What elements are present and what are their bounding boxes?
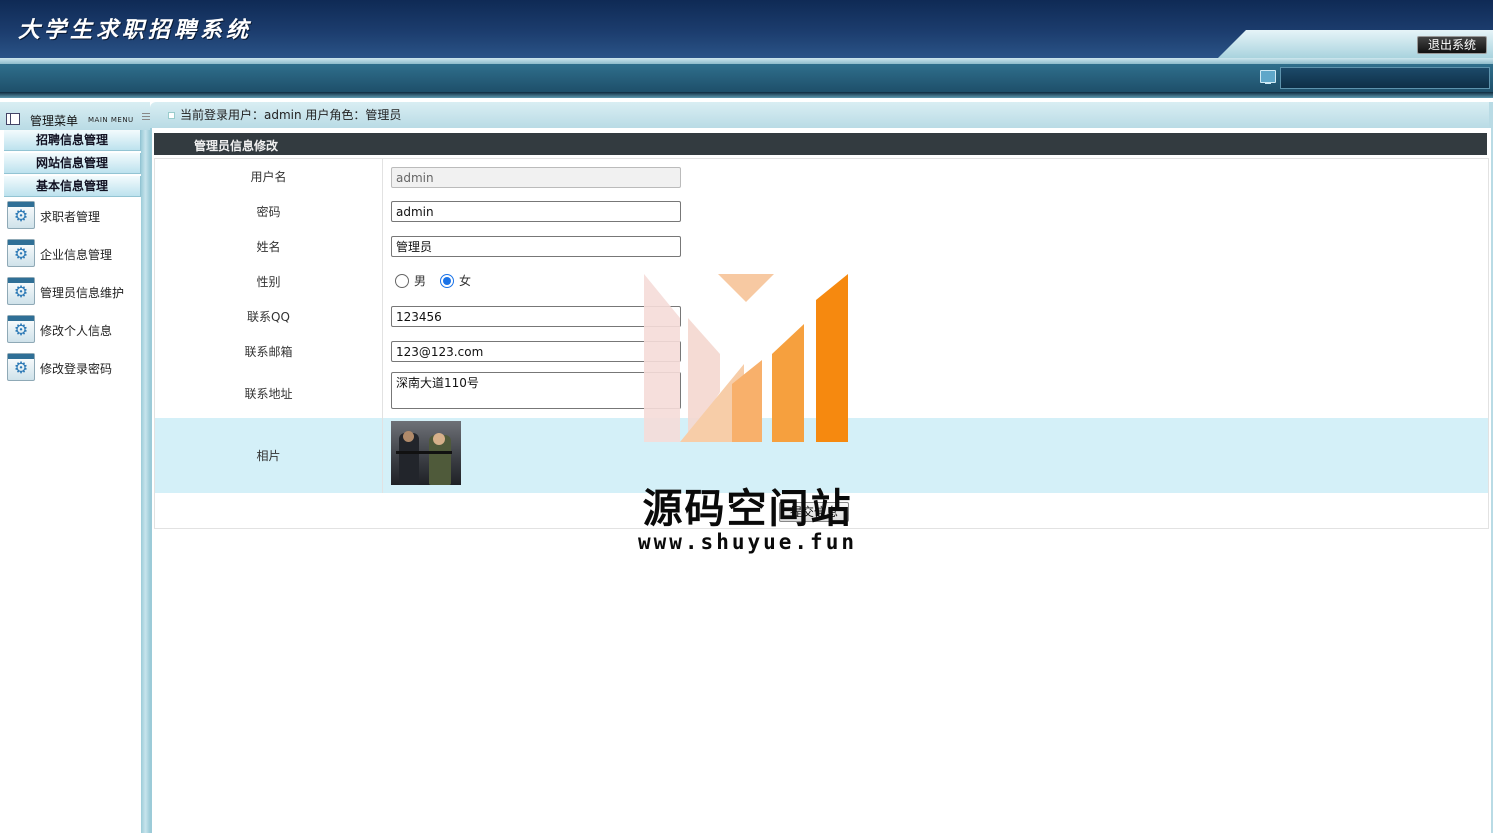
gear-icon: ⚙ (7, 277, 35, 305)
bullet-icon (168, 112, 175, 119)
name-input[interactable] (391, 236, 681, 257)
watermark-logo (644, 274, 848, 442)
field-label: 性别 (155, 264, 383, 299)
sidebar-item-label: 求职者管理 (40, 210, 101, 224)
header-divider-bottom (0, 92, 1493, 98)
sidebar-header: 管理菜单 MAIN MENU (0, 102, 150, 130)
radio-label: 男 (414, 274, 427, 288)
gear-icon: ⚙ (7, 201, 35, 229)
field-label: 联系邮箱 (155, 334, 383, 369)
sidebar: 管理菜单 MAIN MENU 招聘信息管理 网站信息管理 基本信息管理 ⚙ 求职… (0, 98, 150, 833)
sidebar-item-companies[interactable]: ⚙ 企业信息管理 (7, 237, 139, 269)
sidebar-item-label: 管理员信息维护 (40, 286, 125, 300)
address-textarea[interactable]: 深南大道110号 (391, 372, 681, 409)
logout-button[interactable]: 退出系统 (1417, 36, 1487, 54)
form-row-password: 密码 (154, 194, 1489, 230)
sidebar-category-website[interactable]: 网站信息管理 (4, 153, 141, 174)
list-lines-icon[interactable] (142, 113, 150, 122)
sidebar-title-en: MAIN MENU (88, 116, 134, 124)
sidebar-title: 管理菜单 (30, 114, 79, 128)
sidebar-item-label: 修改登录密码 (40, 362, 113, 376)
app-title: 大学生求职招聘系统 (18, 17, 253, 43)
field-label: 联系QQ (155, 299, 383, 334)
watermark-text: 源码空间站 (642, 486, 853, 532)
sidebar-item-label: 企业信息管理 (40, 248, 113, 262)
field-label: 密码 (155, 194, 383, 229)
sidebar-item-admins[interactable]: ⚙ 管理员信息维护 (7, 275, 139, 307)
form-row-name: 姓名 (154, 229, 1489, 265)
watermark-url: www.shuyue.fun (637, 530, 857, 554)
field-label: 用户名 (155, 159, 383, 194)
field-label: 相片 (155, 418, 383, 493)
qq-input[interactable] (391, 306, 681, 327)
menu-icon (6, 113, 20, 125)
radio-label: 女 (459, 274, 472, 288)
sidebar-splitter[interactable] (141, 130, 150, 833)
gear-icon: ⚙ (7, 239, 35, 267)
header-status-panel (1280, 67, 1490, 89)
sidebar-category-basic[interactable]: 基本信息管理 (4, 176, 141, 197)
login-info: 当前登录用户：admin 用户角色：管理员 (180, 108, 402, 122)
sidebar-item-profile[interactable]: ⚙ 修改个人信息 (7, 313, 139, 345)
gender-male-radio[interactable] (395, 273, 409, 288)
form-header: 管理员信息修改 (154, 133, 1487, 155)
form-row-username: 用户名 (154, 158, 1489, 195)
sidebar-item-label: 修改个人信息 (40, 324, 113, 338)
field-label: 联系地址 (155, 369, 383, 418)
sidebar-item-password[interactable]: ⚙ 修改登录密码 (7, 351, 139, 383)
form-title: 管理员信息修改 (194, 139, 279, 153)
gear-icon: ⚙ (7, 353, 35, 381)
profile-photo (391, 421, 461, 485)
sidebar-item-jobseekers[interactable]: ⚙ 求职者管理 (7, 199, 139, 231)
username-input[interactable] (391, 167, 681, 188)
sidebar-category-recruitment[interactable]: 招聘信息管理 (4, 130, 141, 151)
gender-radio-group: 男 女 (395, 272, 485, 289)
password-input[interactable] (391, 201, 681, 222)
monitor-icon (1260, 70, 1276, 84)
gear-icon: ⚙ (7, 315, 35, 343)
field-label: 姓名 (155, 229, 383, 264)
email-input[interactable] (391, 341, 681, 362)
gender-female-radio[interactable] (440, 273, 455, 288)
